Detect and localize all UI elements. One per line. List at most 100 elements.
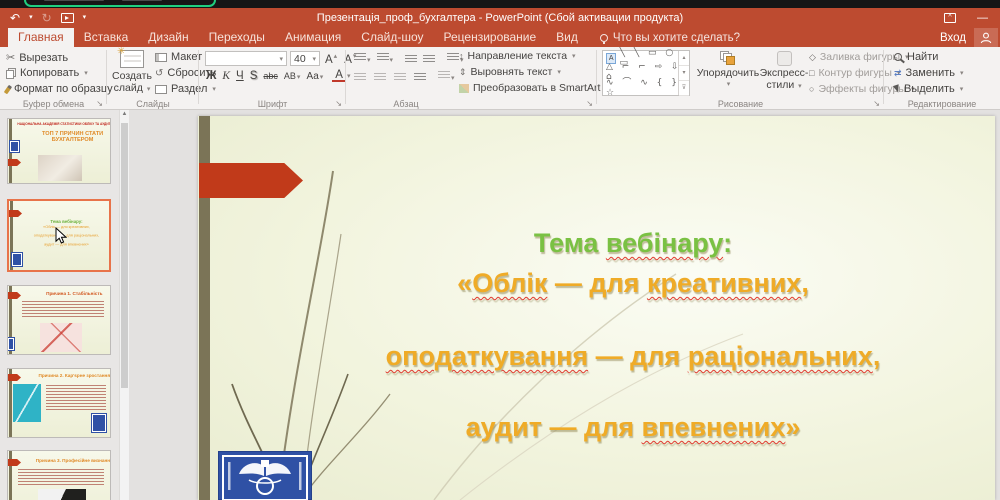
select-label: Выделить xyxy=(904,83,955,95)
quick-styles-button[interactable]: Экспресс- стили ▾ xyxy=(761,51,807,93)
group-paragraph: ▾ ▾ ▾ ▾ ↕ Направление текста ▾ ⇕ Выровня… xyxy=(346,47,597,110)
shapes-row-misc[interactable]: ∿ ⌒ ∿ { } ☆ xyxy=(606,75,689,98)
replace-button[interactable]: ⇄ Заменить ▾ xyxy=(894,67,964,79)
font-size-value: 40 xyxy=(294,53,306,65)
tab-glavnaya[interactable]: Главная xyxy=(8,28,74,47)
font-name-combobox[interactable]: ▾ xyxy=(205,51,287,66)
character-spacing-button[interactable]: АВ▾ xyxy=(281,71,304,81)
tab-slideshow[interactable]: Слайд-шоу xyxy=(351,28,433,47)
thumb4-body-text xyxy=(46,385,106,411)
screen-top-strip xyxy=(0,0,1000,8)
bold-button[interactable]: Ж xyxy=(203,70,219,82)
change-case-button[interactable]: Аа▾ xyxy=(303,71,326,82)
font-name-dropdown-icon: ▾ xyxy=(279,55,283,63)
align-text-label: Выровнять текст xyxy=(471,66,553,78)
tell-me-search[interactable]: Что вы хотите сделать? xyxy=(600,28,740,47)
select-button[interactable]: Выделить ▾ xyxy=(894,83,963,95)
clipboard-group-label: Буфер обмена xyxy=(0,99,107,109)
thumb1-photo xyxy=(38,155,82,181)
shapes-gallery-scroll[interactable]: ▴ ▾ ⊽ xyxy=(678,51,689,95)
paragraph-group-label: Абзац xyxy=(346,99,466,109)
account-button[interactable] xyxy=(974,28,998,47)
thumb5-body-text xyxy=(18,469,104,486)
text-direction-button[interactable]: ↕ Направление текста ▾ xyxy=(459,50,576,62)
minimize-button[interactable]: — xyxy=(977,8,988,28)
font-size-combobox[interactable]: 40 ▾ xyxy=(290,51,320,66)
tab-vid[interactable]: Вид xyxy=(546,28,588,47)
align-left-button[interactable] xyxy=(354,73,366,82)
background-tab-shape xyxy=(44,0,104,1)
tab-animatsiya[interactable]: Анимация xyxy=(275,28,351,47)
align-center-button[interactable] xyxy=(374,73,386,82)
quick-styles-label2: стили xyxy=(766,79,794,91)
select-icon xyxy=(893,84,901,93)
arrange-button[interactable]: Упорядочить ▾ xyxy=(696,51,760,91)
academy-emblem-image[interactable] xyxy=(218,451,312,500)
ribbon-tab-row: Главная Вставка Дизайн Переходы Анимация… xyxy=(0,28,1000,47)
drawing-dialog-launcher[interactable]: ↘ xyxy=(873,100,880,108)
shapes-scroll-down-icon[interactable]: ▾ xyxy=(679,66,689,81)
clipboard-dialog-launcher[interactable]: ↘ xyxy=(96,100,103,108)
thumbnail-slide-4[interactable]: Причина 2. Кар'єрне зростання xyxy=(7,368,111,438)
slide-title-line-1[interactable]: Тема вебінару: xyxy=(283,228,983,259)
text-shadow-button[interactable]: S xyxy=(247,70,261,82)
scrollbar-thumb[interactable] xyxy=(121,123,128,388)
format-painter-button[interactable]: Формат по образцу xyxy=(6,83,113,95)
ribbon-display-options-button[interactable]: ^ xyxy=(944,8,956,28)
strikethrough-button[interactable]: abc xyxy=(260,71,281,81)
sign-in-link[interactable]: Вход xyxy=(940,32,966,44)
find-button[interactable]: Найти xyxy=(894,51,938,63)
font-color-button[interactable]: А xyxy=(332,70,346,82)
font-dialog-launcher[interactable]: ↘ xyxy=(335,100,342,108)
arrange-icon xyxy=(720,51,737,66)
align-right-button[interactable] xyxy=(394,73,406,82)
paragraph-dialog-launcher[interactable]: ↘ xyxy=(586,100,593,108)
shapes-scroll-up-icon[interactable]: ▴ xyxy=(679,51,689,66)
ribbon-display-options-icon: ^ xyxy=(944,13,956,23)
numbering-button[interactable]: ▾ xyxy=(377,53,394,65)
minimize-icon: — xyxy=(977,12,988,24)
thumbnail-slide-3[interactable]: Причина 1. Стабільність xyxy=(7,285,111,355)
person-icon xyxy=(980,32,992,44)
grow-font-button[interactable]: А▴ xyxy=(322,52,340,66)
italic-button[interactable]: К xyxy=(219,70,233,82)
red-arrow-shape[interactable] xyxy=(199,163,303,198)
editing-group-label: Редактирование xyxy=(884,99,1000,109)
copy-button[interactable]: Копировать ▾ xyxy=(6,67,88,79)
slide-title-line-2[interactable]: «Облік — для креативних, xyxy=(283,268,983,299)
shapes-gallery[interactable]: А ╲ ╲ ▭ ○ ▭ △ ⌐ ⌐ ⇨ ⇩ ⌂ ∿ ⌒ ∿ { } ☆ ▴ ▾ … xyxy=(602,50,690,96)
replace-label: Заменить xyxy=(906,67,955,79)
scrollbar-up-icon[interactable]: ▲ xyxy=(120,111,129,117)
convert-to-smartart-button[interactable]: Преобразовать в SmartArt ▾ xyxy=(459,82,609,94)
group-font: ▾ 40 ▾ А▴ А▾ Ж К Ч S abc АВ▾ Аа▾ А ▾ Шри… xyxy=(199,47,346,110)
slide-title-line-4[interactable]: аудит — для впевнених» xyxy=(283,412,983,443)
increase-indent-button[interactable] xyxy=(423,55,435,64)
workspace: НАЦІОНАЛЬНА АКАДЕМІЯ СТАТИСТИКИ ОБЛІКУ Т… xyxy=(0,110,1000,500)
background-tab-shape xyxy=(122,0,162,1)
shape-outline-icon: □ xyxy=(809,68,814,78)
thumbnail-slide-1[interactable]: НАЦІОНАЛЬНА АКАДЕМІЯ СТАТИСТИКИ ОБЛІКУ Т… xyxy=(7,118,111,184)
slide-editing-canvas[interactable]: Тема вебінару: «Облік — для креативних, … xyxy=(198,116,995,500)
shape-effects-icon: ○ xyxy=(809,84,814,94)
copy-label: Копировать xyxy=(20,67,79,79)
thumbnail-scrollbar[interactable]: ▲ xyxy=(119,110,129,500)
tab-perekhody[interactable]: Переходы xyxy=(199,28,275,47)
smartart-label: Преобразовать в SmartArt xyxy=(473,82,600,94)
new-slide-button[interactable]: ✳ Создать слайд ▾ xyxy=(111,50,153,96)
columns-button[interactable]: ▾ xyxy=(438,71,455,83)
thumbnail-slide-5[interactable]: Причина 3. Професійне визнання xyxy=(7,450,111,500)
thumb4-emblem xyxy=(92,414,106,432)
cut-button[interactable]: ✂ Вырезать xyxy=(6,51,68,64)
group-clipboard: ✂ Вырезать Копировать ▾ Формат по образц… xyxy=(0,47,107,110)
thumb3-image xyxy=(40,323,82,352)
underline-button[interactable]: Ч xyxy=(233,70,247,82)
tab-retsenzirovanie[interactable]: Рецензирование xyxy=(434,28,547,47)
decrease-indent-button[interactable] xyxy=(405,55,417,64)
justify-button[interactable] xyxy=(414,73,426,82)
shapes-more-icon[interactable]: ⊽ xyxy=(679,81,689,96)
tab-dizain[interactable]: Дизайн xyxy=(138,28,198,47)
bullets-button[interactable]: ▾ xyxy=(354,53,371,65)
tab-vstavka[interactable]: Вставка xyxy=(74,28,139,47)
slide-title-line-3[interactable]: оподаткування — для раціональних, xyxy=(283,341,983,372)
align-text-button[interactable]: ⇕ Выровнять текст ▾ xyxy=(459,66,561,78)
